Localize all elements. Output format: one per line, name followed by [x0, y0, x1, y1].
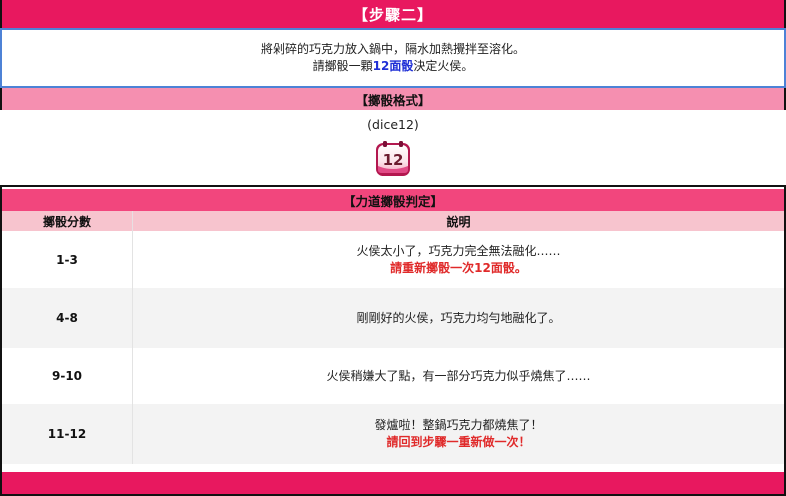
description-cell: 剛剛好的火侯，巧克力均勻地融化了。 [132, 288, 784, 348]
description-text: 剛剛好的火侯，巧克力均勻地融化了。 [356, 310, 561, 325]
column-header-score: 擲骰分數 [2, 211, 133, 231]
score-cell: 9-10 [2, 348, 133, 404]
description-cell: 火侯太小了，巧克力完全無法融化…… 請重新擲骰一次12面骰。 [132, 231, 784, 288]
dice-format-box: (dice12) 12 [0, 110, 786, 187]
dice-highlight: 12面骰 [372, 59, 414, 73]
table-header-row: 擲骰分數 說明 [2, 211, 784, 231]
instruction-prefix: 請擲骰一顆 [312, 59, 373, 73]
dice-command: (dice12) [367, 117, 419, 132]
table-row: 1-3 火侯太小了，巧克力完全無法融化…… 請重新擲骰一次12面骰。 [2, 231, 784, 288]
score-cell: 4-8 [2, 288, 133, 348]
instruction-suffix: 決定火侯。 [413, 59, 474, 73]
footer-bar [2, 472, 784, 494]
step-title: 【步驟二】 [2, 0, 784, 28]
description-cell: 火侯稍嫌大了點，有一部分巧克力似乎燒焦了…… [132, 348, 784, 404]
dice-12-icon[interactable]: 12 [374, 140, 412, 178]
dice-format-header: 【擲骰格式】 [2, 88, 784, 110]
column-header-description: 說明 [132, 211, 784, 231]
judgement-header: 【力道擲骰判定】 [2, 189, 784, 211]
dice-icon-label: 12 [383, 151, 404, 169]
description-text: 發爐啦！整鍋巧克力都燒焦了！ [374, 418, 543, 432]
warning-note: 請回到步驟一重新做一次！ [386, 435, 531, 449]
description-cell: 發爐啦！整鍋巧克力都燒焦了！ 請回到步驟一重新做一次！ [132, 404, 784, 464]
instruction-line-1: 將剁碎的巧克力放入鍋中，隔水加熱攪拌至溶化。 [260, 42, 525, 56]
judgement-table: 擲骰分數 說明 1-3 火侯太小了，巧克力完全無法融化…… 請重新擲骰一次12面… [2, 211, 784, 464]
table-row: 11-12 發爐啦！整鍋巧克力都燒焦了！ 請回到步驟一重新做一次！ [2, 404, 784, 464]
instruction-box: 將剁碎的巧克力放入鍋中，隔水加熱攪拌至溶化。 請擲骰一顆12面骰決定火侯。 [0, 28, 786, 88]
description-text: 火侯太小了，巧克力完全無法融化…… [356, 243, 561, 258]
description-text: 火侯稍嫌大了點，有一部分巧克力似乎燒焦了…… [326, 368, 591, 383]
step-panel: 【步驟二】 將剁碎的巧克力放入鍋中，隔水加熱攪拌至溶化。 請擲骰一顆12面骰決定… [0, 0, 786, 496]
score-cell: 1-3 [2, 231, 133, 288]
table-row: 4-8 剛剛好的火侯，巧克力均勻地融化了。 [2, 288, 784, 348]
table-row: 9-10 火侯稍嫌大了點，有一部分巧克力似乎燒焦了…… [2, 348, 784, 404]
score-cell: 11-12 [2, 404, 133, 464]
instruction-line-2: 請擲骰一顆12面骰決定火侯。 [313, 58, 474, 75]
warning-note: 請重新擲骰一次12面骰。 [390, 260, 527, 275]
